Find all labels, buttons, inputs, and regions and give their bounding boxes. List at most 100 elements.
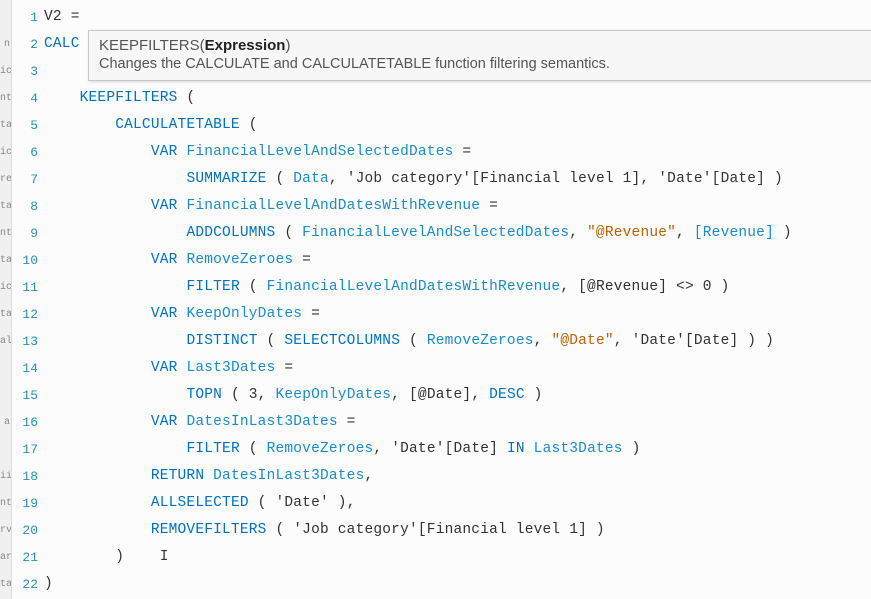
code-line[interactable]: VAR FinancialLevelAndSelectedDates =: [44, 139, 871, 166]
op-equals: =: [454, 144, 472, 160]
kw-var: VAR: [151, 360, 178, 376]
code-line[interactable]: FILTER ( RemoveZeroes, 'Date'[Date] IN L…: [44, 436, 871, 463]
line-number: 7: [12, 166, 44, 193]
measure-name: V2: [44, 9, 62, 25]
line-number: 3: [12, 58, 44, 85]
code-line[interactable]: V2 =: [44, 4, 871, 31]
arg: 'Date'[Date]: [391, 441, 498, 457]
line-number: 14: [12, 355, 44, 382]
tooltip-signature: KEEPFILTERS(Expression): [99, 37, 867, 54]
line-number: 11: [12, 274, 44, 301]
var-name: FinancialLevelAndSelectedDates: [186, 144, 453, 160]
strip-cell: ic: [0, 139, 11, 166]
strip-cell: ic: [0, 274, 11, 301]
arg: 'Date': [275, 495, 328, 511]
arg: [Revenue]: [694, 225, 774, 241]
line-number: 10: [12, 247, 44, 274]
strip-cell: a: [0, 409, 11, 436]
line-number: 5: [12, 112, 44, 139]
strip-cell: ta: [0, 112, 11, 139]
intellisense-tooltip: KEEPFILTERS(Expression) Changes the CALC…: [88, 30, 871, 81]
strip-cell: nt: [0, 220, 11, 247]
line-number: 6: [12, 139, 44, 166]
strip-cell: ar: [0, 544, 11, 571]
strip-cell: al: [0, 328, 11, 355]
line-number: 21: [12, 544, 44, 571]
arg: FinancialLevelAndSelectedDates: [302, 225, 569, 241]
var-name: RemoveZeroes: [186, 252, 293, 268]
strip-cell: nt: [0, 85, 11, 112]
var-name: Last3Dates: [186, 360, 275, 376]
kw-var: VAR: [151, 306, 178, 322]
string: "@Revenue": [587, 225, 676, 241]
line-number: 12: [12, 301, 44, 328]
fn-removefilters: REMOVEFILTERS: [151, 522, 267, 538]
kw-in: IN: [507, 441, 525, 457]
code-line[interactable]: ) I: [44, 544, 871, 571]
arg: FinancialLevelAndDatesWithRevenue: [267, 279, 561, 295]
code-line[interactable]: SUMMARIZE ( Data, 'Job category'[Financi…: [44, 166, 871, 193]
code-line[interactable]: ALLSELECTED ( 'Date' ),: [44, 490, 871, 517]
line-number: 17: [12, 436, 44, 463]
line-number: 9: [12, 220, 44, 247]
strip-cell: re: [0, 166, 11, 193]
line-number: 13: [12, 328, 44, 355]
code-line[interactable]: VAR KeepOnlyDates =: [44, 301, 871, 328]
code-line[interactable]: KEEPFILTERS (: [44, 85, 871, 112]
strip-cell: n: [0, 31, 11, 58]
line-number: 1: [12, 4, 44, 31]
code-area[interactable]: V2 = CALC KEEPFILTERS ( CALCULATETABLE (…: [44, 0, 871, 599]
code-line[interactable]: FILTER ( FinancialLevelAndDatesWithReven…: [44, 274, 871, 301]
code-line[interactable]: TOPN ( 3, KeepOnlyDates, [@Date], DESC ): [44, 382, 871, 409]
kw-var: VAR: [151, 198, 178, 214]
fn-summarize: SUMMARIZE: [186, 171, 266, 187]
arg: Data: [293, 171, 329, 187]
equals: =: [62, 9, 80, 25]
fn-allselected: ALLSELECTED: [151, 495, 249, 511]
code-line[interactable]: REMOVEFILTERS ( 'Job category'[Financial…: [44, 517, 871, 544]
strip-cell: [0, 382, 11, 409]
fn-calculatetable: CALCULATETABLE: [115, 117, 240, 133]
strip-cell: ta: [0, 571, 11, 598]
tooltip-description: Changes the CALCULATE and CALCULATETABLE…: [99, 56, 867, 72]
fn-topn: TOPN: [186, 387, 222, 403]
fn-addcolumns: ADDCOLUMNS: [186, 225, 275, 241]
arg: KeepOnlyDates: [275, 387, 391, 403]
line-number: 22: [12, 571, 44, 598]
strip-cell: ii: [0, 463, 11, 490]
outer-gutter: n ic nt ta ic re ta nt ta ic ta al a ii …: [0, 0, 12, 599]
var-ref: DatesInLast3Dates: [213, 468, 364, 484]
line-number-gutter: 1 2 3 4 5 6 7 8 9 10 11 12 13 14 15 16 1…: [12, 0, 44, 599]
arg: 'Job category'[Financial level 1]: [293, 522, 587, 538]
code-line[interactable]: RETURN DatesInLast3Dates,: [44, 463, 871, 490]
code-line[interactable]: DISTINCT ( SELECTCOLUMNS ( RemoveZeroes,…: [44, 328, 871, 355]
var-name: FinancialLevelAndDatesWithRevenue: [186, 198, 480, 214]
code-line[interactable]: VAR Last3Dates =: [44, 355, 871, 382]
strip-cell: [0, 436, 11, 463]
arg: 'Date'[Date]: [632, 333, 739, 349]
code-line[interactable]: VAR FinancialLevelAndDatesWithRevenue =: [44, 193, 871, 220]
strip-cell: ic: [0, 58, 11, 85]
line-number: 19: [12, 490, 44, 517]
code-line[interactable]: ADDCOLUMNS ( FinancialLevelAndSelectedDa…: [44, 220, 871, 247]
string: "@Date": [551, 333, 613, 349]
code-line[interactable]: VAR RemoveZeroes =: [44, 247, 871, 274]
code-line[interactable]: VAR DatesInLast3Dates =: [44, 409, 871, 436]
code-line[interactable]: CALCULATETABLE (: [44, 112, 871, 139]
code-line[interactable]: ): [44, 571, 871, 598]
strip-cell: [0, 4, 11, 31]
line-number: 20: [12, 517, 44, 544]
dax-editor[interactable]: n ic nt ta ic re ta nt ta ic ta al a ii …: [0, 0, 871, 599]
token-calc-partial: CALC: [44, 36, 80, 52]
line-number: 8: [12, 193, 44, 220]
arg: [@Date]: [409, 387, 471, 403]
var-name: DatesInLast3Dates: [186, 414, 337, 430]
paren: (: [240, 117, 258, 133]
line-number: 18: [12, 463, 44, 490]
arg: RemoveZeroes: [427, 333, 534, 349]
arg: RemoveZeroes: [267, 441, 374, 457]
var-name: KeepOnlyDates: [186, 306, 302, 322]
strip-cell: nt: [0, 490, 11, 517]
paren: (: [178, 90, 196, 106]
kw-return: RETURN: [151, 468, 204, 484]
